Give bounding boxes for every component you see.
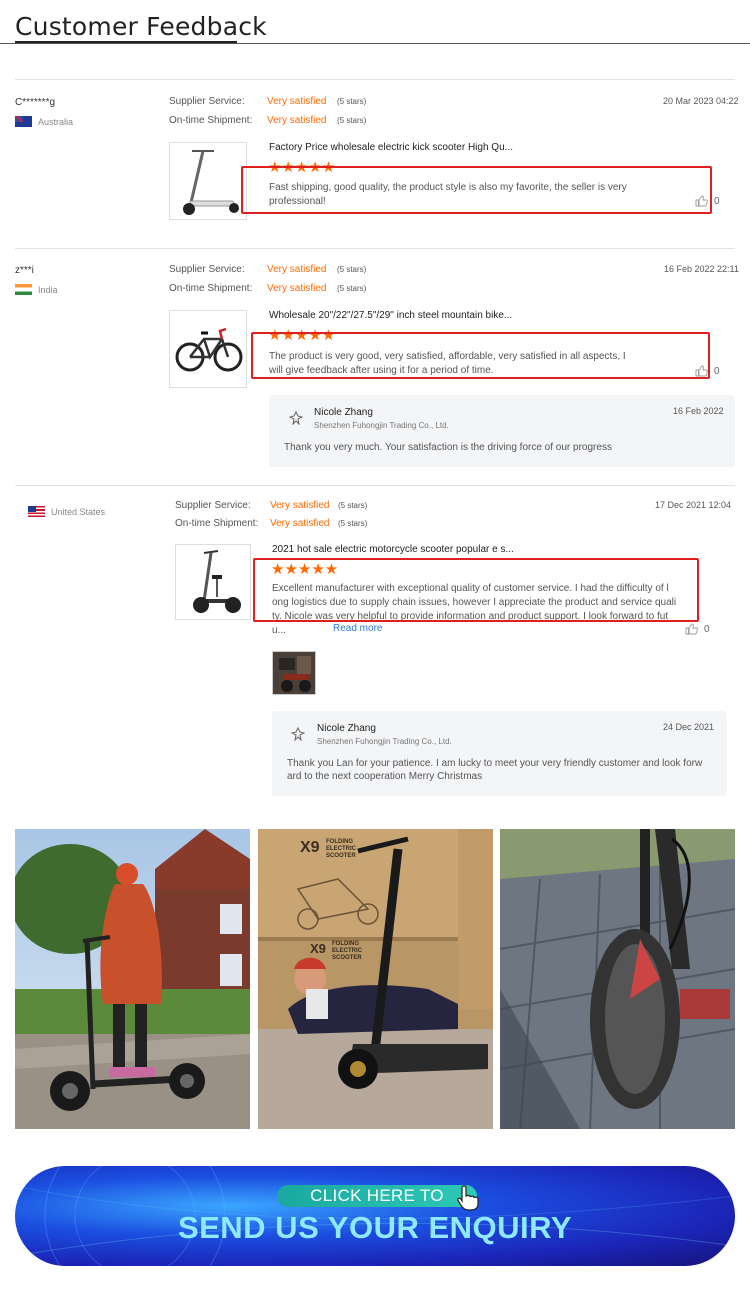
shipment-label: On-time Shipment:	[169, 115, 253, 126]
thumbs-up-icon	[685, 623, 698, 635]
shipment-stars: (5 stars)	[338, 519, 368, 528]
shipment-rating: On-time Shipment: Very satisfied (5 star…	[175, 518, 367, 529]
customer-photo-wheel	[500, 829, 735, 1129]
supplier-service-rating: Supplier Service: Very satisfied (5 star…	[169, 96, 366, 107]
customer-photo-rider	[15, 829, 250, 1129]
highlight-box	[251, 332, 710, 379]
reply-text: Thank you very much. Your satisfaction i…	[284, 441, 612, 454]
reply-text-line: Thank you Lan for your patience. I am lu…	[287, 758, 703, 769]
like-button[interactable]: 0	[695, 365, 720, 377]
cta-label[interactable]: CLICK HERE TO	[277, 1185, 477, 1207]
reply-date: 16 Feb 2022	[673, 406, 724, 416]
seller-reply: Nicole Zhang Shenzhen Fuhongjin Trading …	[269, 395, 735, 467]
like-button[interactable]: 0	[685, 623, 710, 635]
review-date: 16 Feb 2022 22:11	[664, 264, 739, 274]
wheel-photo-image	[500, 829, 735, 1129]
product-title[interactable]: 2021 hot sale electric motorcycle scoote…	[272, 544, 514, 555]
reply-seller-name: Nicole Zhang	[317, 723, 376, 734]
page-header: Customer Feedback	[0, 0, 750, 46]
shipment-value: Very satisfied	[270, 518, 330, 529]
header-rule	[0, 43, 750, 44]
product-title[interactable]: Factory Price wholesale electric kick sc…	[269, 142, 513, 153]
reply-seller-name: Nicole Zhang	[314, 407, 373, 418]
product-title[interactable]: Wholesale 20"/22"/27.5"/29" inch steel m…	[269, 310, 512, 321]
supplier-service-value: Very satisfied	[270, 500, 330, 511]
box-brand-label-2: X9	[310, 941, 326, 956]
supplier-service-value: Very satisfied	[267, 96, 327, 107]
review-photo-thumbnail[interactable]	[272, 651, 316, 695]
enquiry-banner[interactable]: CLICK HERE TO SEND US YOUR ENQUIRY	[15, 1166, 735, 1266]
reply-text-line: Thank you very much. Your satisfaction i…	[284, 442, 612, 453]
reply-company: Shenzhen Fuhongjin Trading Co., Ltd.	[317, 737, 452, 746]
seller-reply: Nicole Zhang Shenzhen Fuhongjin Trading …	[272, 711, 727, 796]
scooter-image	[193, 550, 241, 613]
supplier-service-label: Supplier Service:	[169, 96, 245, 107]
shipment-value: Very satisfied	[267, 115, 327, 126]
highlight-box	[241, 166, 712, 214]
shipment-rating: On-time Shipment: Very satisfied (5 star…	[169, 115, 366, 126]
like-button[interactable]: 0	[695, 195, 720, 207]
reviewer-country: Australia	[15, 116, 73, 127]
page-title: Customer Feedback	[15, 12, 267, 41]
product-thumbnail[interactable]	[169, 310, 247, 388]
supplier-service-label: Supplier Service:	[175, 500, 251, 511]
review-date: 20 Mar 2023 04:22	[663, 96, 739, 106]
box-photo-image	[258, 829, 493, 1129]
box-subtitle-label-2: FOLDING ELECTRIC SCOOTER	[332, 941, 362, 961]
banner-headline[interactable]: SEND US YOUR ENQUIRY	[15, 1210, 735, 1246]
australia-flag-icon	[15, 116, 32, 127]
supplier-service-rating: Supplier Service: Very satisfied (5 star…	[175, 500, 367, 511]
supplier-service-value: Very satisfied	[267, 264, 327, 275]
usa-flag-icon	[28, 506, 45, 517]
divider	[15, 248, 735, 249]
like-count: 0	[704, 623, 710, 635]
reply-text: Thank you Lan for your patience. I am lu…	[287, 757, 702, 783]
reviewer-name: z***i	[15, 265, 34, 276]
customer-photo-box: X9 FOLDING ELECTRIC SCOOTER X9 FOLDING E…	[258, 829, 493, 1129]
country-label: United States	[51, 506, 106, 517]
rider-photo-image	[15, 829, 250, 1129]
shipment-stars: (5 stars)	[337, 116, 367, 125]
review-date: 17 Dec 2021 12:04	[655, 500, 732, 510]
seller-avatar-icon	[291, 727, 305, 741]
divider	[15, 485, 735, 486]
bicycle-image	[175, 327, 243, 372]
shipment-label: On-time Shipment:	[169, 283, 253, 294]
review-photo-image	[273, 652, 315, 694]
thumbs-up-icon	[695, 365, 708, 377]
reviewer-country: India	[15, 284, 58, 295]
country-label: India	[38, 284, 58, 295]
reply-date: 24 Dec 2021	[663, 722, 715, 732]
read-more-link[interactable]: Read more	[333, 623, 382, 634]
seller-avatar-icon	[289, 411, 303, 425]
reply-text-line: ard to the next cooperation Merry Christ…	[287, 771, 483, 782]
highlight-box	[253, 558, 699, 622]
shipment-value: Very satisfied	[267, 283, 327, 294]
shipment-rating: On-time Shipment: Very satisfied (5 star…	[169, 283, 366, 294]
like-count: 0	[714, 195, 720, 207]
thumbs-up-icon	[695, 195, 708, 207]
pointer-hand-icon	[457, 1185, 479, 1211]
product-thumbnail[interactable]	[169, 142, 247, 220]
product-thumbnail[interactable]	[175, 544, 251, 620]
box-brand-label: X9	[300, 839, 320, 856]
shipment-label: On-time Shipment:	[175, 518, 259, 529]
shipment-stars: (5 stars)	[337, 284, 367, 293]
scooter-image	[183, 150, 239, 215]
supplier-service-stars: (5 stars)	[337, 265, 367, 274]
reviewer-name: C*******g	[15, 97, 56, 108]
reply-company: Shenzhen Fuhongjin Trading Co., Ltd.	[314, 421, 449, 430]
india-flag-icon	[15, 284, 32, 295]
supplier-service-rating: Supplier Service: Very satisfied (5 star…	[169, 264, 366, 275]
supplier-service-stars: (5 stars)	[337, 97, 367, 106]
country-label: Australia	[38, 116, 74, 127]
reviewer-country: United States	[28, 506, 105, 517]
box-subtitle-label: FOLDING ELECTRIC SCOOTER	[326, 839, 356, 859]
like-count: 0	[714, 365, 720, 377]
supplier-service-label: Supplier Service:	[169, 264, 245, 275]
supplier-service-stars: (5 stars)	[338, 501, 368, 510]
divider	[15, 79, 735, 80]
